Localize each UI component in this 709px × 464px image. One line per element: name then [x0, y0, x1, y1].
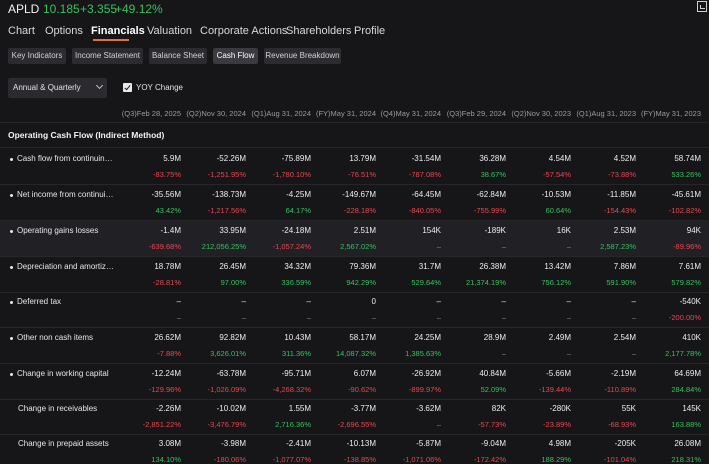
cell-yoy-change: 163.88%: [671, 420, 701, 429]
cell-value: 58.74M: [674, 154, 701, 163]
table-row[interactable]: Change in receivables -2.26M -2,851.22% -10…: [0, 399, 709, 435]
section-divider: [0, 147, 709, 148]
cell-yoy-change: 2,177.78%: [665, 349, 701, 358]
bullet-icon: [10, 158, 13, 161]
subtab-key-indicators[interactable]: Key Indicators: [8, 48, 66, 64]
cell-yoy-change: 579.82%: [671, 278, 701, 287]
table-row[interactable]: Other non cash items 26.62M -7.88% 92.82M 3,…: [0, 328, 709, 364]
bullet-icon: [10, 266, 13, 269]
bullet-icon: [10, 230, 13, 233]
tab-financials[interactable]: Financials: [91, 25, 145, 37]
tab-shareholders[interactable]: Shareholders: [286, 25, 351, 37]
cell-value: 7.61M: [678, 262, 701, 271]
cell-yoy-change: 218.31%: [671, 455, 701, 464]
ticker-symbol: APLD: [8, 2, 40, 16]
column-header: (FY)May 31, 2023: [640, 109, 701, 118]
table-row[interactable]: Change in working capital -12.24M -129.96%…: [0, 364, 709, 400]
table-row[interactable]: Net income from continuing... -35.56M 43.4…: [0, 185, 709, 221]
subtab-balance-sheet[interactable]: Balance Sheet: [149, 48, 207, 64]
cell-value: 94K: [686, 226, 701, 235]
cell-value: 26.08M: [674, 439, 701, 448]
subtab-revenue-breakdown[interactable]: Revenue Breakdown: [264, 48, 341, 64]
last-price: 10.185: [43, 2, 80, 16]
period-select[interactable]: Annual & Quarterly: [8, 78, 107, 98]
table-row[interactable]: Deferred tax – – – – – –0– – – – – – – – – -540K -200.00…: [0, 292, 709, 328]
cell-value: 410K: [682, 333, 701, 342]
subtab-cash-flow[interactable]: Cash Flow: [213, 48, 258, 64]
section-title: Operating Cash Flow (Indirect Method): [8, 130, 165, 140]
tab-valuation[interactable]: Valuation: [147, 25, 192, 37]
period-select-value: Annual & Quarterly: [13, 83, 81, 92]
table-row[interactable]: Depreciation and amortizati... 18.78M -28.…: [0, 257, 709, 293]
active-tab-indicator: [93, 39, 129, 41]
quote-header: APLD 10.185 +3.355 +49.12%: [0, 0, 709, 18]
cell-value: -45.61M: [671, 190, 701, 199]
bullet-icon: [10, 337, 13, 340]
tab-corporate-actions[interactable]: Corporate Actions: [200, 25, 287, 37]
cell-yoy-change: -102.82%: [668, 206, 701, 215]
price-change-percent: +49.12%: [115, 2, 163, 16]
bullet-icon: [10, 194, 13, 197]
yoy-change-checkbox[interactable]: [123, 83, 132, 92]
table-row[interactable]: Cash flow from continuing ... 5.9M -83.75%…: [0, 149, 709, 185]
cell-value: 64.69M: [674, 369, 701, 378]
cell-yoy-change: 284.84%: [671, 385, 701, 394]
price-change: +3.355: [80, 2, 118, 16]
tab-options[interactable]: Options: [45, 25, 83, 37]
table-row[interactable]: Operating gains losses -1.4M -639.68% 33.95…: [0, 221, 709, 257]
cell-yoy-change: 533.26%: [671, 170, 701, 179]
table-row[interactable]: Change in prepaid assets 3.08M 134.10% -3.9…: [0, 434, 709, 464]
cell-yoy-change: -200.00%: [668, 313, 701, 322]
popout-window-icon[interactable]: [697, 1, 707, 12]
cell-yoy-change: -89.96%: [673, 242, 701, 251]
bullet-icon: [10, 301, 13, 304]
subtab-income-statement[interactable]: Income Statement: [72, 48, 143, 64]
chevron-down-icon: [95, 81, 104, 90]
tab-chart[interactable]: Chart: [8, 25, 35, 37]
header-divider: [0, 122, 709, 123]
tab-profile[interactable]: Profile: [354, 25, 385, 37]
cell-value: 145K: [682, 404, 701, 413]
yoy-change-label: YOY Change: [136, 83, 183, 92]
bullet-icon: [10, 373, 13, 376]
cell-value: -540K: [679, 297, 701, 306]
